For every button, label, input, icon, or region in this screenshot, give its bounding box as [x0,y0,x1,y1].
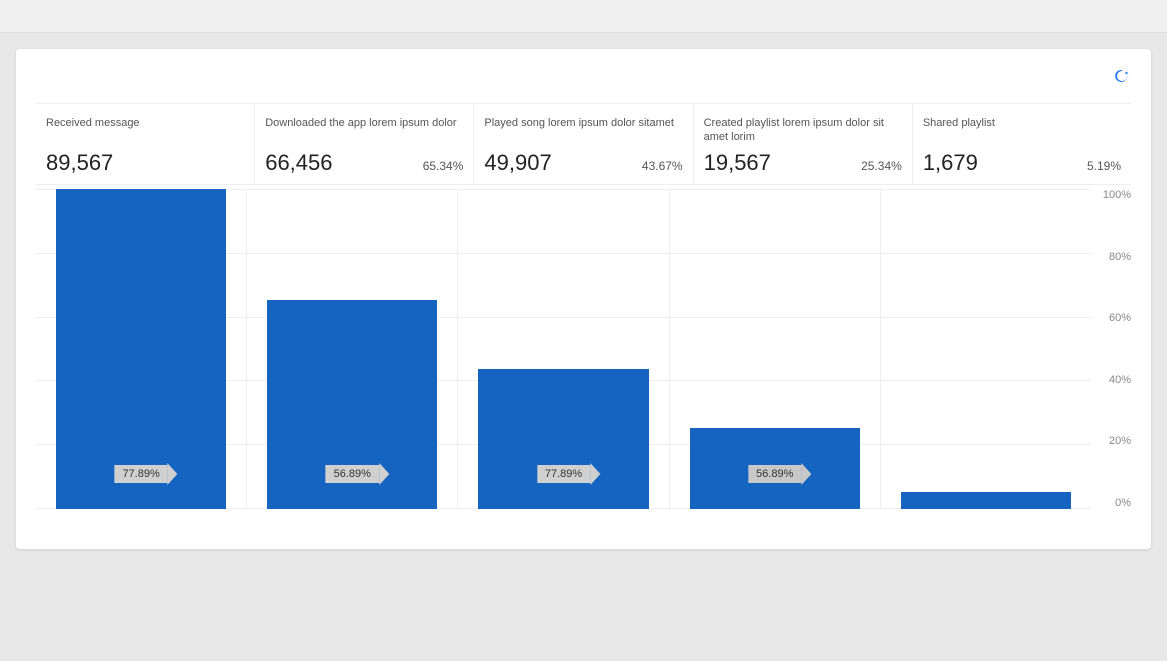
step-label-1: Downloaded the app lorem ipsum dolor [265,116,463,146]
recalculate-button[interactable] [1115,69,1131,83]
step-pct-3: 25.34% [861,159,902,173]
step-0: Received message 89,567 [36,104,255,184]
bar-2 [478,369,648,509]
step-1: Downloaded the app lorem ipsum dolor 66,… [255,104,474,184]
step-3: Created playlist lorem ipsum dolor sit a… [694,104,913,184]
arrow-label-3: 56.89% [748,465,801,483]
step-pct-2: 43.67% [642,159,683,173]
step-label-4: Shared playlist [923,116,1121,146]
step-count-4: 1,679 [923,150,978,176]
arrow-label-0: 77.89% [114,465,167,483]
bar-col-0: 77.89% [36,189,247,509]
bar-col-1: 56.89% [247,189,458,509]
bar-4 [901,492,1071,509]
arrow-label-1: 56.89% [326,465,379,483]
step-4: Shared playlist 1,679 5.19% [913,104,1131,184]
y-label-1: 80% [1091,251,1131,263]
step-count-3: 19,567 [704,150,771,176]
step-label-3: Created playlist lorem ipsum dolor sit a… [704,116,902,146]
y-label-2: 60% [1091,312,1131,324]
y-label-3: 40% [1091,374,1131,386]
bar-col-4 [881,189,1091,509]
bar-0 [56,189,226,509]
step-label-0: Received message [46,116,244,146]
step-count-1: 66,456 [265,150,332,176]
y-axis: 100% 80% 60% 40% 20% 0% [1091,189,1131,529]
card-header [36,69,1131,83]
funnel-report-card: Received message 89,567 Downloaded the a… [16,49,1151,549]
bar-col-2: 77.89% [458,189,669,509]
y-label-5: 0% [1091,497,1131,509]
chart-bars: 77.89% 56.89% 77.89% 56.89% [36,189,1091,529]
page-header [0,0,1167,33]
steps-row: Received message 89,567 Downloaded the a… [36,103,1131,185]
step-count-2: 49,907 [484,150,551,176]
step-pct-4: 5.19% [1087,159,1121,173]
bar-columns: 77.89% 56.89% 77.89% 56.89% [36,189,1091,509]
step-label-2: Played song lorem ipsum dolor sitamet [484,116,682,146]
chart-area: 77.89% 56.89% 77.89% 56.89% 100% 80% 60% 40% 20… [36,189,1131,529]
arrow-label-2: 77.89% [537,465,590,483]
step-count-0: 89,567 [46,150,113,176]
bar-col-3: 56.89% [670,189,881,509]
step-2: Played song lorem ipsum dolor sitamet 49… [474,104,693,184]
step-pct-1: 65.34% [423,159,464,173]
last-generated [1111,69,1131,83]
y-label-4: 20% [1091,435,1131,447]
recalculate-icon [1115,69,1129,83]
y-label-0: 100% [1091,189,1131,201]
